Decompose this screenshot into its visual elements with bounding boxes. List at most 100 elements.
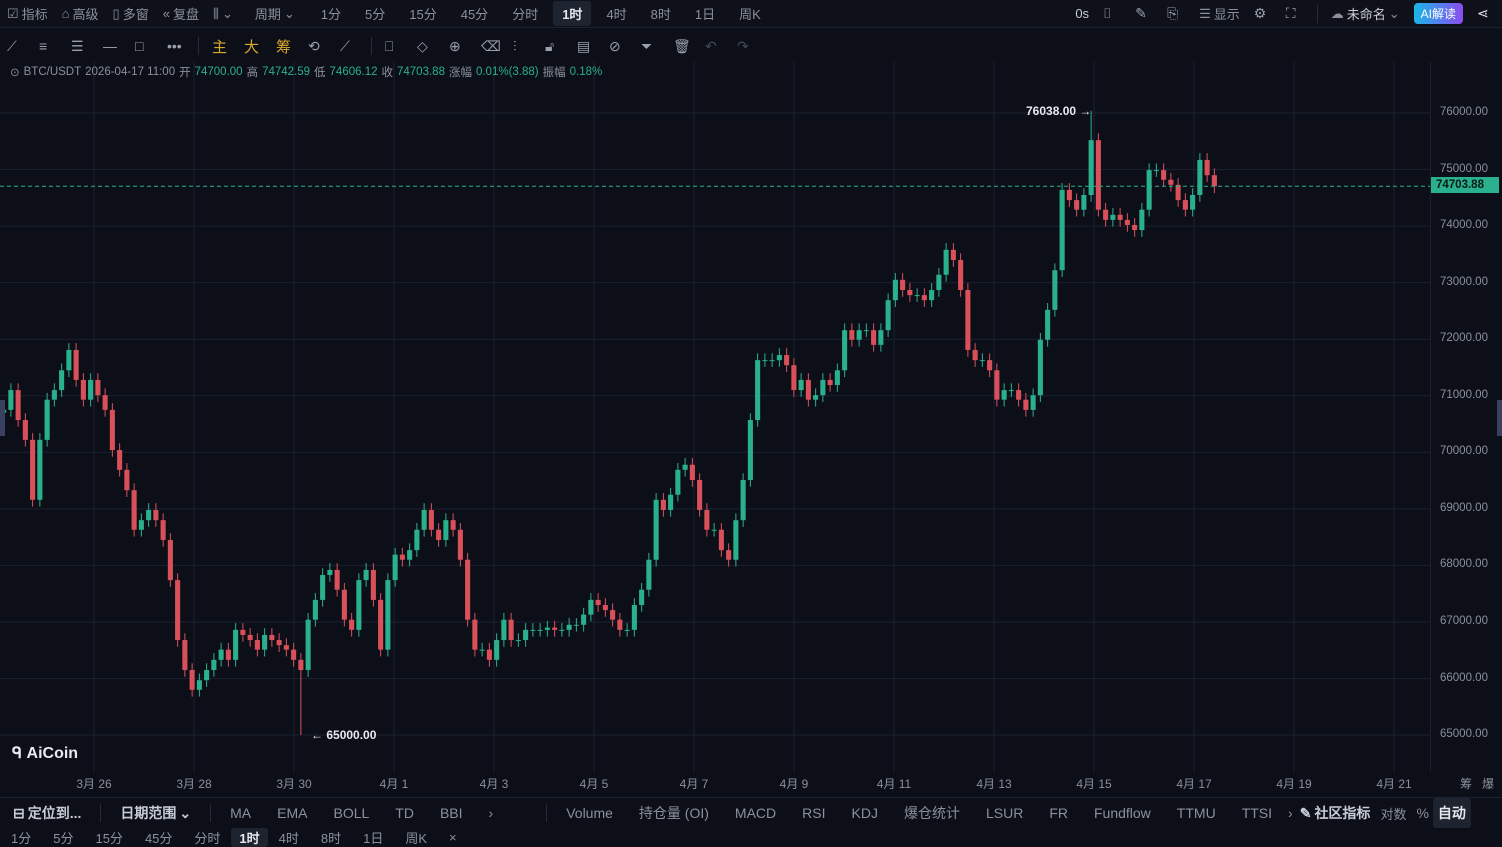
candlestick-chart[interactable] [0, 62, 1430, 772]
period-tab[interactable]: 5分 [356, 1, 394, 26]
brush-icon[interactable]: ⟋ [333, 38, 365, 55]
advanced-button[interactable]: ⌂ 高级 [55, 4, 106, 23]
main-indicator-ma[interactable]: MA [217, 805, 264, 821]
ai-button[interactable]: AI解读 [1407, 3, 1470, 24]
auto-scale-button[interactable]: 自动 [1432, 798, 1471, 828]
liquidation-axis-button[interactable]: 爆 [1482, 775, 1494, 792]
trend-line-icon[interactable]: ⟋ [0, 38, 32, 55]
camera-icon[interactable]: ⌷ [1096, 5, 1128, 22]
big-order-button[interactable]: 大 [237, 36, 269, 57]
period-tab[interactable]: 45分 [452, 1, 497, 26]
layout-dropdown[interactable]: ☁ 未命名 ⌄ [1324, 4, 1407, 23]
candle-down [95, 379, 101, 396]
bottom-period-tab[interactable]: 8时 [310, 828, 352, 847]
template-icon[interactable]: ▤ [570, 38, 602, 55]
bottom-period-tab[interactable]: 1时 [231, 827, 268, 847]
sub-indicator[interactable]: TTMU [1164, 803, 1229, 823]
bottom-period-tab[interactable]: 周K [394, 828, 438, 847]
period-tab[interactable]: 1分 [312, 1, 350, 26]
chart-type-dropdown[interactable]: ⫼ ⌄ [206, 6, 240, 22]
sub-indicator[interactable]: TTSI [1229, 803, 1285, 823]
sub-indicator[interactable]: KDJ [839, 803, 891, 823]
parallel-channel-icon[interactable]: ≡ [32, 38, 64, 54]
horizontal-line-icon[interactable]: — [96, 38, 128, 54]
candle-down [1211, 175, 1217, 187]
percent-scale-button[interactable]: % [1412, 805, 1432, 821]
period-tab[interactable]: 8时 [642, 1, 680, 26]
replay-icon: « [162, 6, 170, 21]
comment-icon[interactable]: ⎘ [1160, 5, 1192, 22]
close-icon[interactable]: × [438, 830, 468, 845]
replay-button[interactable]: «复盘 [156, 4, 206, 23]
redo-icon[interactable]: ↷ [730, 38, 762, 55]
log-scale-button[interactable]: 对数 [1374, 804, 1412, 823]
chevron-right-icon[interactable]: › [1285, 805, 1296, 821]
ruler-icon[interactable]: ◇ [410, 38, 442, 55]
bottom-period-tab[interactable]: 4时 [268, 828, 310, 847]
main-indicator-bbi[interactable]: BBI [427, 805, 476, 821]
share-icon[interactable]: ⋖ [1470, 5, 1502, 22]
more-icon[interactable]: ••• [160, 38, 192, 54]
price-axis[interactable]: 76000.00 75000.00 74000.00 73000.00 72000.00… [1430, 62, 1502, 772]
sub-indicator[interactable]: 持仓量 (OI) [626, 803, 722, 823]
period-tab[interactable]: 4时 [597, 1, 635, 26]
date-range-dropdown[interactable]: 日期范围 ⌄ [107, 803, 204, 823]
bookmark-icon[interactable]: ⎕ [378, 38, 410, 55]
period-tab[interactable]: 1时 [553, 1, 592, 26]
trash-icon[interactable]: 🗑︎ [666, 38, 698, 55]
sub-indicator[interactable]: LSUR [973, 803, 1036, 823]
main-indicator-td[interactable]: TD [382, 805, 427, 821]
fib-lines-icon[interactable]: ☰ [64, 38, 96, 55]
right-panel-handle[interactable] [1497, 400, 1502, 436]
eraser-icon[interactable]: ⌫ [474, 38, 506, 55]
lock-icon[interactable]: 🔓︎ [538, 38, 570, 55]
display-button[interactable]: ☰ 显示 [1192, 4, 1247, 23]
rectangle-icon[interactable]: □ [128, 38, 160, 54]
magnet-icon[interactable]: ⫶ [506, 38, 538, 55]
settings-icon[interactable]: ⚙ [1247, 5, 1279, 22]
candle-down [167, 539, 173, 581]
period-dropdown[interactable]: 周期 ⌄ [248, 4, 302, 23]
period-tab[interactable]: 周K [730, 1, 770, 26]
fullscreen-icon[interactable]: ⛶ [1279, 5, 1311, 22]
bottom-period-tab[interactable]: 1日 [352, 828, 394, 847]
multi-window-button[interactable]: ▯ 多窗 [106, 4, 156, 23]
main-indicator-ema[interactable]: EMA [264, 805, 320, 821]
main-chart-button[interactable]: 主 [205, 36, 237, 57]
period-tab[interactable]: 分时 [503, 1, 547, 26]
sub-indicator[interactable]: FR [1036, 803, 1081, 823]
chip-axis-button[interactable]: 筹 [1460, 775, 1472, 792]
sub-indicator[interactable]: RSI [789, 803, 838, 823]
locate-button[interactable]: ⊟ 定位到... [0, 803, 94, 823]
candle-up [196, 680, 202, 690]
link-icon[interactable]: ⊘ [602, 38, 634, 55]
sub-indicator[interactable]: Fundflow [1081, 803, 1164, 823]
sub-indicator[interactable]: 爆仓统计 [891, 803, 973, 823]
bottom-period-tab[interactable]: 45分 [134, 828, 183, 847]
indicator-button[interactable]: ☑ 指标 [0, 4, 55, 23]
bottom-period-tab[interactable]: 5分 [42, 828, 84, 847]
filter-icon[interactable]: ⏷ [634, 38, 666, 55]
bottom-period-tab[interactable]: 15分 [84, 828, 133, 847]
max-high-annotation: 76038.00 → [1026, 104, 1092, 118]
chip-button[interactable]: 筹 [269, 36, 301, 57]
candle-up [51, 390, 57, 400]
undo-icon[interactable]: ↶ [698, 38, 730, 55]
chevron-right-icon[interactable]: › [476, 805, 507, 821]
pencil-icon[interactable]: ✎ [1128, 5, 1160, 22]
candlestick-icon: ⫼ [212, 5, 219, 21]
main-indicator-boll[interactable]: BOLL [320, 805, 382, 821]
zoom-icon[interactable]: ⊕ [442, 38, 474, 55]
sub-indicator[interactable]: Volume [553, 803, 626, 823]
collapse-icon[interactable]: ⊙ [10, 65, 20, 79]
candle-up [363, 569, 369, 581]
left-panel-handle[interactable] [0, 400, 5, 436]
period-tab[interactable]: 15分 [400, 1, 445, 26]
community-indicators-button[interactable]: ✎ 社区指标 [1296, 803, 1375, 823]
candle-down [950, 249, 956, 261]
sub-indicator[interactable]: MACD [722, 803, 789, 823]
period-tab[interactable]: 1日 [686, 1, 724, 26]
bottom-period-tab[interactable]: 1分 [0, 828, 42, 847]
sync-icon[interactable]: ⟲ [301, 38, 333, 55]
bottom-period-tab[interactable]: 分时 [183, 828, 231, 847]
